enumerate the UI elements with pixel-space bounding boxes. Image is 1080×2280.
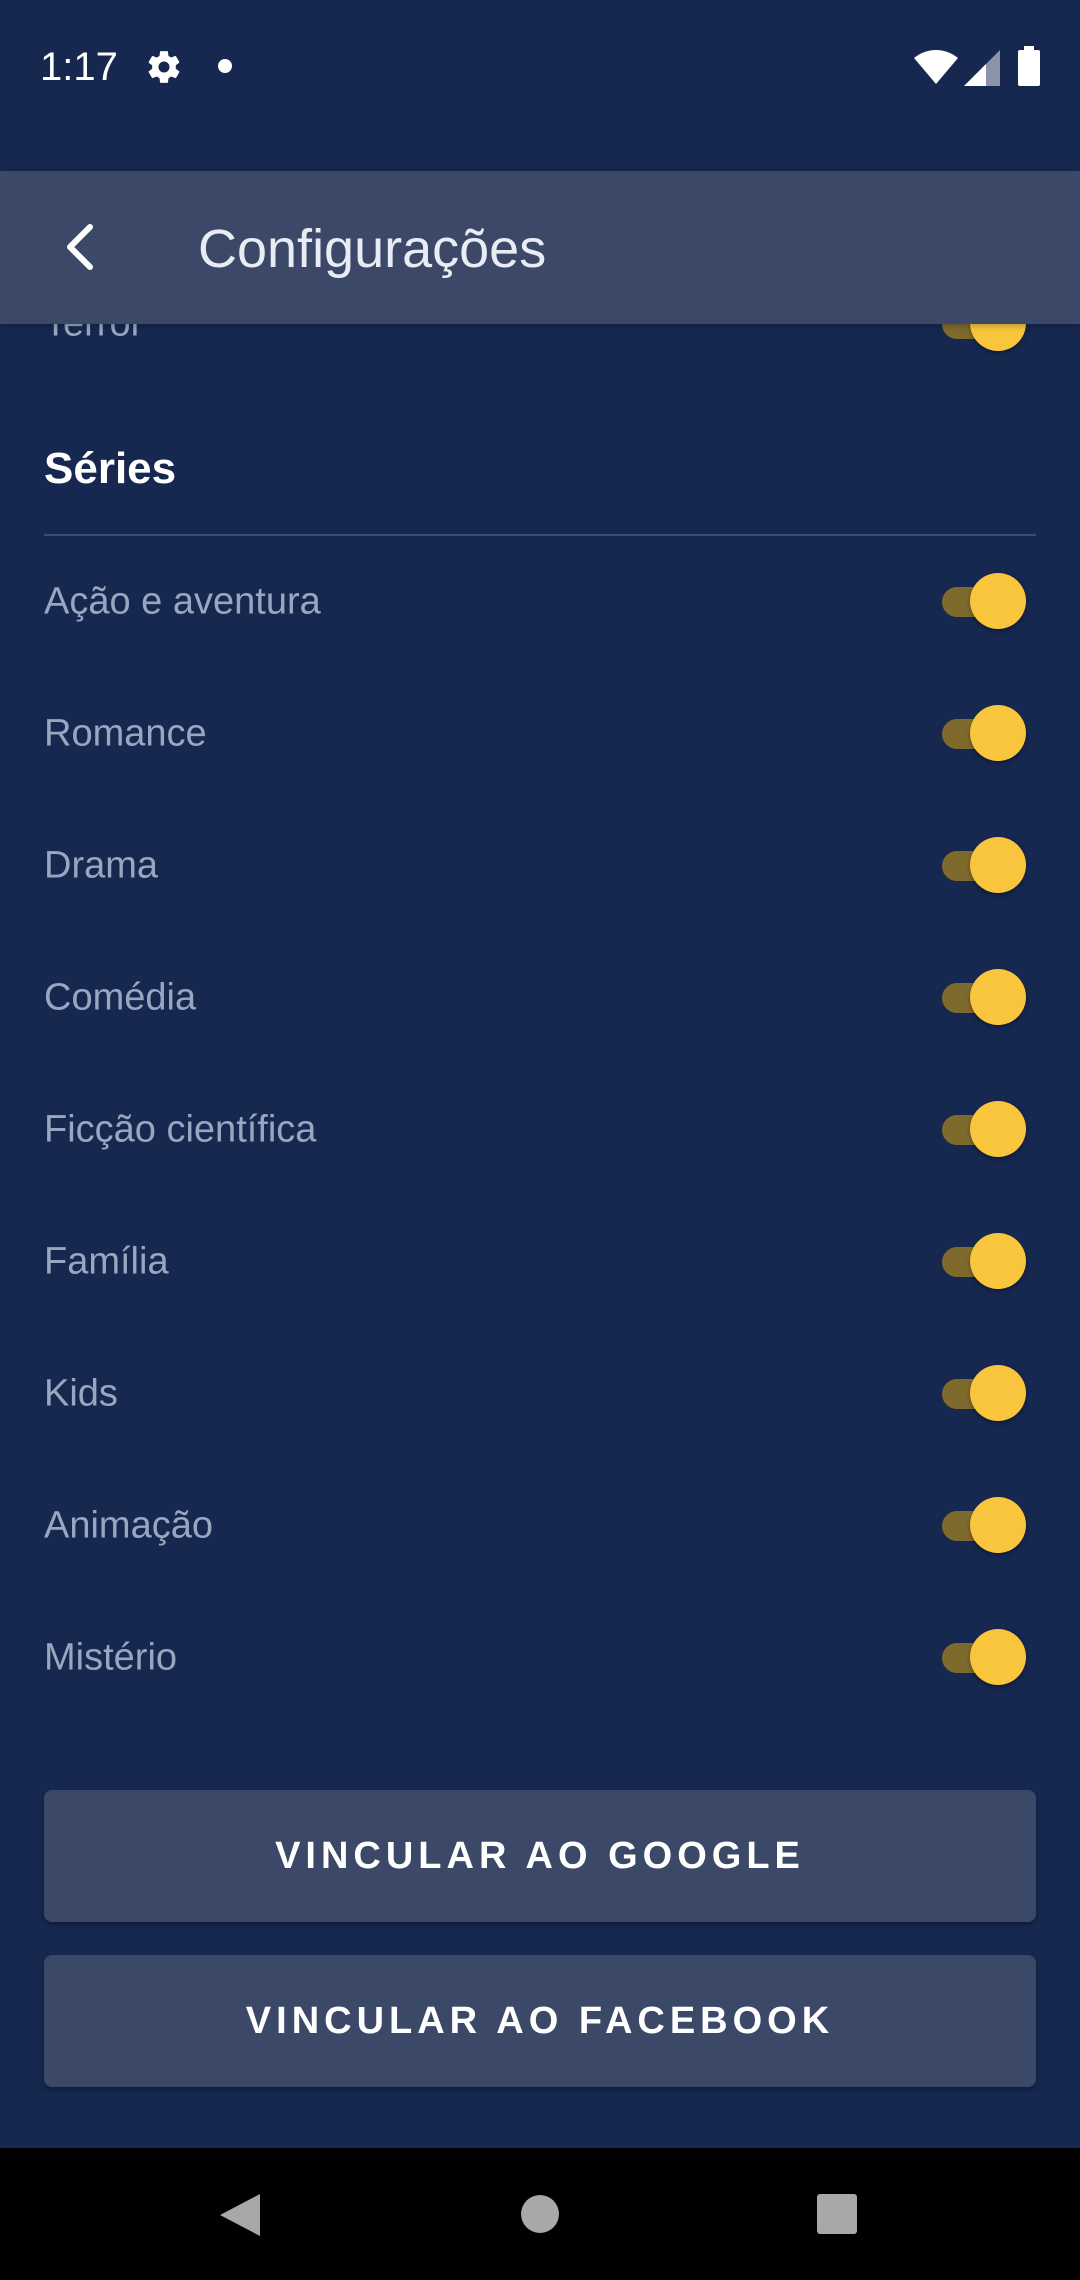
list-item-animacao[interactable]: Animação (44, 1460, 1036, 1592)
list-item-romance[interactable]: Romance (44, 668, 1036, 800)
gear-icon (148, 51, 180, 83)
settings-screen: 1:17 Configurações Terror (0, 0, 1080, 2280)
list-item-label: Romance (44, 712, 207, 755)
toggle-switch[interactable] (938, 836, 1028, 896)
notification-dot-icon (218, 59, 232, 73)
list-item-terror[interactable]: Terror (44, 324, 1036, 390)
switch-thumb (970, 1365, 1026, 1421)
section-title-series: Séries (44, 444, 177, 493)
switch-thumb (970, 1101, 1026, 1157)
list-item-label: Kids (44, 1372, 118, 1415)
switch-thumb (970, 573, 1026, 629)
toggle-switch[interactable] (938, 1100, 1028, 1160)
status-bar: 1:17 (0, 0, 1080, 171)
list-item-label: Ficção científica (44, 1108, 317, 1151)
wifi-icon (914, 50, 958, 84)
list-item-label: Drama (44, 844, 159, 887)
recents-square-icon[interactable] (817, 2194, 857, 2234)
list-item-familia[interactable]: Família (44, 1196, 1036, 1328)
list-item-label: Mistério (44, 1636, 178, 1679)
signal-icon (964, 50, 1000, 86)
battery-icon (1018, 46, 1040, 86)
list-item-acao-e-aventura[interactable]: Ação e aventura (44, 536, 1036, 668)
list-item-ficcao-cientifica[interactable]: Ficção científica (44, 1064, 1036, 1196)
link-google-button[interactable]: VINCULAR AO GOOGLE (44, 1790, 1036, 1922)
back-triangle-icon[interactable] (218, 2192, 262, 2238)
switch-thumb (970, 1629, 1026, 1685)
page-title: Configurações (198, 219, 547, 279)
list-item-label: Terror (44, 324, 143, 346)
switch-thumb (970, 837, 1026, 893)
list-item-label: Animação (44, 1504, 213, 1547)
switch-thumb (970, 969, 1026, 1025)
toggle-switch[interactable] (938, 1232, 1028, 1292)
toggle-switch[interactable] (938, 572, 1028, 632)
toggle-switch-terror[interactable] (938, 324, 1028, 354)
list-item-kids[interactable]: Kids (44, 1328, 1036, 1460)
list-item-label: Comédia (44, 976, 197, 1019)
back-button[interactable] (40, 207, 120, 287)
toggle-switch[interactable] (938, 968, 1028, 1028)
list-item-drama[interactable]: Drama (44, 800, 1036, 932)
status-time: 1:17 (40, 45, 118, 89)
switch-thumb (970, 1233, 1026, 1289)
toggle-switch[interactable] (938, 1496, 1028, 1556)
list-item-comedia[interactable]: Comédia (44, 932, 1036, 1064)
switch-thumb (970, 705, 1026, 761)
list-item-label: Família (44, 1240, 169, 1283)
chevron-left-icon (67, 224, 93, 270)
toggle-switch[interactable] (938, 1364, 1028, 1424)
switch-thumb (970, 324, 1026, 351)
toggle-switch[interactable] (938, 1628, 1028, 1688)
settings-list[interactable]: Terror Séries Ação e aventura Romance Dr… (0, 324, 1080, 2148)
list-item-label: Ação e aventura (44, 580, 321, 623)
list-item-misterio[interactable]: Mistério (44, 1592, 1036, 1724)
system-nav-bar (0, 2148, 1080, 2280)
app-bar: Configurações (0, 171, 1080, 324)
link-facebook-button[interactable]: VINCULAR AO FACEBOOK (44, 1955, 1036, 2087)
home-circle-icon[interactable] (521, 2195, 559, 2233)
switch-thumb (970, 1497, 1026, 1553)
toggle-switch[interactable] (938, 704, 1028, 764)
